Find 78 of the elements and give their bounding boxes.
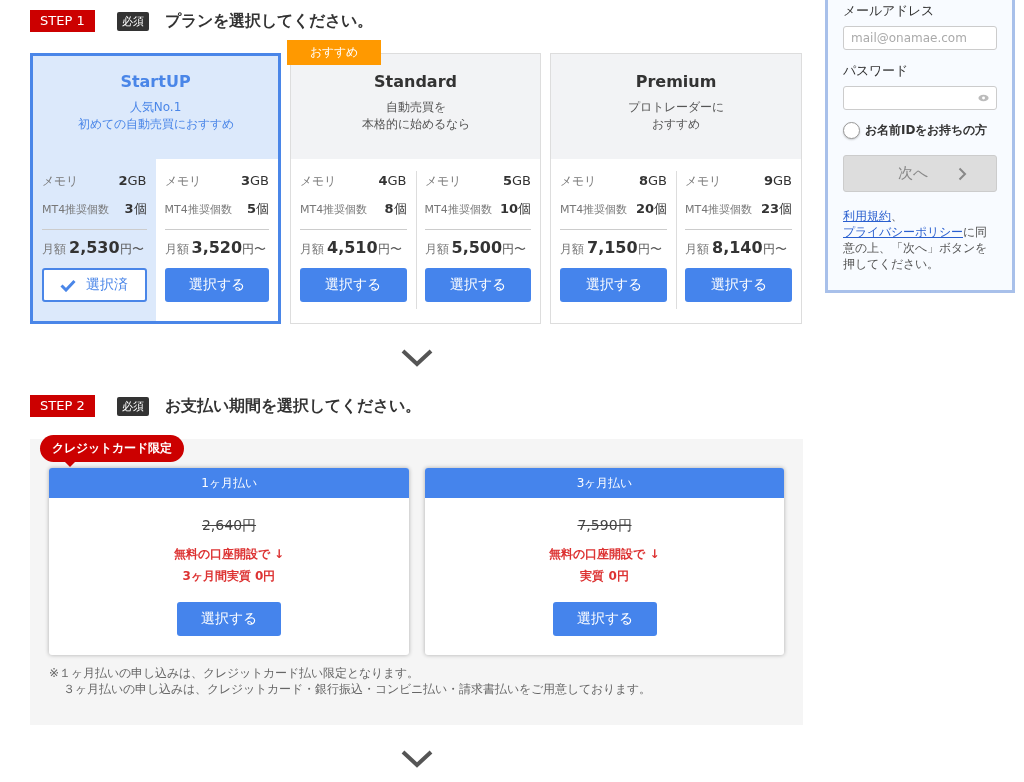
original-price: 7,590円 (577, 517, 632, 535)
required-badge: 必須 (116, 396, 149, 416)
select-button[interactable]: 選択する (560, 268, 667, 302)
price-label: 月額 (42, 241, 66, 258)
section-title: お支払い期間を選択してください。 (164, 395, 421, 417)
step-label: STEP 2 (30, 395, 95, 417)
price-unit: 円〜 (119, 241, 144, 258)
offer-text: 無料の口座開設で ↓ 実質 0円 (549, 546, 660, 585)
email-field[interactable]: mail@onamae.com (843, 26, 997, 50)
field-label: パスワード (843, 62, 909, 80)
required-badge: 必須 (116, 11, 149, 31)
field-label: メールアドレス (843, 2, 935, 20)
original-price: 2,640円 (201, 517, 257, 535)
payment-period: 3ヶ月払い (425, 468, 784, 498)
select-button[interactable]: 選択する (424, 268, 531, 302)
price-label: 月額 (424, 241, 449, 258)
recommended-badge: おすすめ (287, 40, 381, 65)
mt4-value: 23個 (760, 200, 792, 218)
memory-label: メモリ (560, 173, 596, 190)
payment-period: 1ヶ月払い (49, 468, 409, 498)
select-button[interactable]: 選択する (164, 268, 269, 302)
mt4-label: MT4推奨個数 (164, 202, 232, 217)
price-amount: 8,140 (712, 238, 763, 257)
memory-label: メモリ (685, 173, 721, 190)
plan-name: StartUP (120, 72, 191, 91)
select-button[interactable]: 選択する (685, 268, 792, 302)
price-amount: 4,510 (327, 238, 378, 257)
price-unit: 円〜 (502, 242, 527, 258)
radio-label: お名前IDをお持ちの方 (865, 122, 988, 139)
plan-name: Premium (635, 72, 717, 91)
price-amount: 2,530 (69, 238, 120, 257)
price-amount: 3,520 (191, 238, 243, 257)
mt4-label: MT4推奨個数 (300, 202, 368, 217)
memory-label: メモリ (424, 173, 461, 190)
price-unit: 円〜 (377, 241, 402, 258)
memory-value: 4GB (378, 173, 407, 188)
price-label: 月額 (300, 241, 324, 258)
mt4-value: 3個 (124, 200, 147, 218)
section-title: プランを選択してください。 (164, 10, 373, 32)
select-button[interactable]: 選択する (177, 602, 281, 636)
mt4-value: 20個 (635, 200, 667, 218)
memory-value: 9GB (763, 173, 792, 188)
select-button[interactable]: 選択する (552, 602, 657, 636)
price-unit: 円〜 (242, 242, 267, 258)
mt4-label: MT4推奨個数 (685, 202, 753, 217)
memory-value: 8GB (638, 173, 667, 188)
mt4-label: MT4推奨個数 (560, 202, 628, 217)
mt4-label: MT4推奨個数 (424, 202, 492, 217)
plan-description: プロトレーダーに おすすめ (628, 99, 724, 133)
plan-name: Standard (374, 72, 457, 91)
note-text: ３ヶ月払いの申し込みは、クレジットカード・銀行振込・コンビニ払い・請求書払いをご用意しております。 (62, 681, 652, 697)
price-amount: 7,150 (587, 238, 638, 257)
plan-description: 人気No.1 初めての自動売買におすすめ (77, 99, 234, 133)
price-label: 月額 (685, 241, 709, 258)
mt4-value: 8個 (384, 200, 407, 218)
memory-value: 5GB (502, 173, 531, 188)
mt4-value: 5個 (246, 200, 269, 218)
mt4-label: MT4推奨個数 (42, 202, 110, 217)
terms-link[interactable]: 利用規約 (843, 209, 891, 223)
memory-label: メモリ (42, 173, 78, 190)
select-button[interactable]: 選択する (300, 268, 407, 302)
price-unit: 円〜 (762, 241, 787, 258)
price-amount: 5,500 (451, 238, 503, 257)
offer-text: 無料の口座開設で ↓ 3ヶ月間実質 0円 (173, 546, 285, 585)
mt4-value: 10個 (499, 200, 531, 218)
price-label: 月額 (560, 241, 584, 258)
memory-label: メモリ (300, 173, 336, 190)
price-unit: 円〜 (637, 241, 662, 258)
terms-link[interactable]: プライバシーポリシー (843, 225, 963, 239)
step-label: STEP 1 (30, 10, 95, 32)
memory-value: 2GB (118, 173, 147, 188)
note-text: ※１ヶ月払いの申し込みは、クレジットカード払い限定となります。 (49, 665, 421, 681)
memory-value: 3GB (240, 173, 269, 188)
terms-text: 利用規約、 プライバシーポリシーに同意の上、「次へ」ボタンを押してください。 (843, 208, 988, 272)
selected-button[interactable]: 選択済 (42, 268, 147, 302)
memory-label: メモリ (164, 173, 201, 190)
price-label: 月額 (164, 241, 189, 258)
plan-description: 自動売買を 本格的に始めるなら (361, 99, 470, 133)
